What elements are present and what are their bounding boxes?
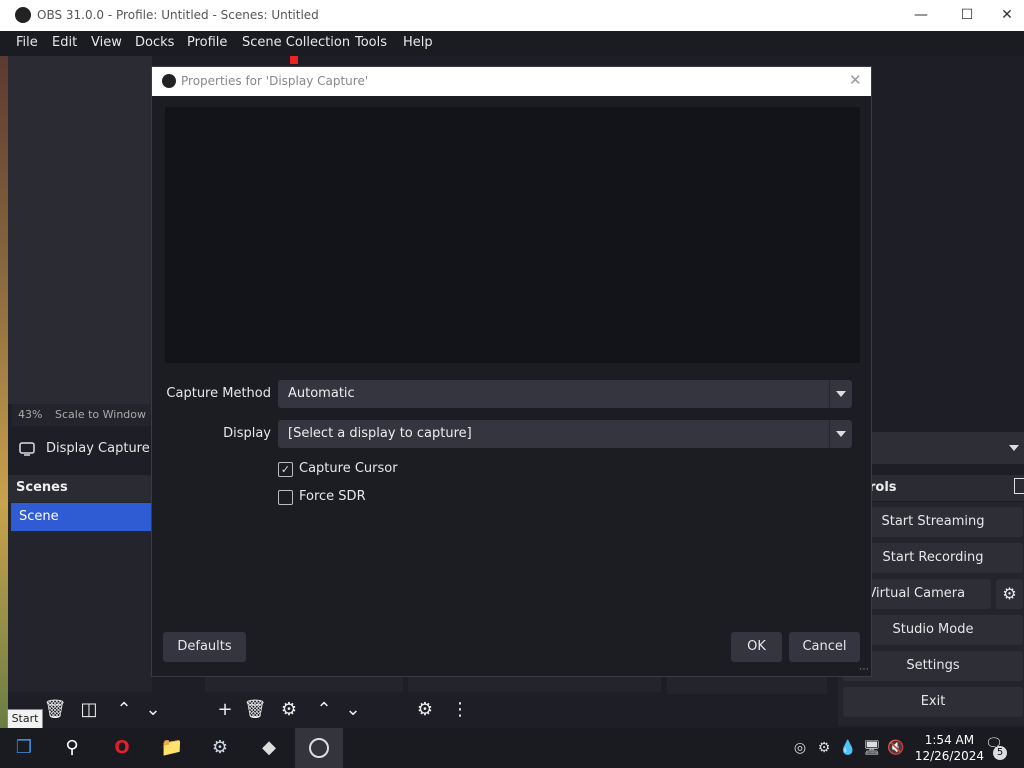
volume-muted-icon[interactable]: 🔇	[882, 734, 910, 762]
display-select[interactable]: [Select a display to capture]	[278, 420, 852, 448]
zoom-level: 43%	[18, 408, 43, 421]
menu-profile[interactable]: Profile	[187, 35, 227, 50]
advanced-audio-gear-icon[interactable]: ⚙	[412, 697, 438, 723]
defaults-button[interactable]: Defaults	[163, 632, 246, 662]
mixer-menu-icon[interactable]: ⋮	[447, 697, 473, 723]
virtual-camera-gear-icon[interactable]: ⚙	[996, 579, 1023, 609]
menu-file[interactable]: File	[16, 35, 38, 50]
window-title-bar: OBS 31.0.0 - Profile: Untitled - Scenes:…	[0, 0, 1024, 31]
undock-icon[interactable]	[1014, 478, 1024, 494]
display-label: Display	[223, 426, 271, 441]
chevron-down-icon	[829, 420, 852, 448]
steam-icon[interactable]: ⚙	[206, 734, 234, 762]
force-sdr-checkbox[interactable]	[278, 490, 293, 505]
window-title: OBS 31.0.0 - Profile: Untitled - Scenes:…	[37, 8, 319, 22]
roblox-icon[interactable]: ◆	[255, 734, 283, 762]
capture-method-value: Automatic	[288, 386, 355, 401]
source-properties-button[interactable]: ⚙	[276, 697, 302, 723]
scene-name: Scene	[19, 509, 59, 524]
sources-panel	[205, 677, 403, 692]
capture-cursor-checkbox[interactable]: ✓	[278, 462, 293, 477]
monitor-icon	[19, 442, 35, 456]
ok-button[interactable]: OK	[731, 632, 782, 662]
scenes-title: Scenes	[16, 480, 68, 495]
scale-mode[interactable]: Scale to Window	[55, 408, 146, 421]
menu-help[interactable]: Help	[403, 35, 433, 50]
chevron-down-icon	[829, 380, 852, 408]
close-window-button[interactable]: ✕	[990, 0, 1024, 31]
move-source-down-button[interactable]: ⌄	[340, 697, 366, 723]
capture-cursor-label[interactable]: Capture Cursor	[299, 461, 398, 476]
move-scene-down-button[interactable]: ⌄	[140, 697, 166, 723]
obs-taskbar-button[interactable]	[295, 728, 343, 768]
notification-count: 5	[993, 746, 1007, 760]
scenes-panel-header: Scenes	[8, 475, 152, 502]
scene-filters-button[interactable]: ◫	[76, 697, 102, 723]
clock-time: 1:54 AM	[924, 733, 975, 747]
preview-status-bar: 43% Scale to Window	[12, 404, 152, 426]
search-icon[interactable]: ⚲	[58, 734, 86, 762]
menu-view[interactable]: View	[91, 35, 122, 50]
windows-start-icon[interactable]: ❒	[10, 734, 38, 762]
audio-mixer-panel	[408, 677, 661, 692]
obs-logo-icon	[162, 74, 176, 88]
remove-source-button[interactable]: 🗑	[242, 697, 268, 723]
system-clock[interactable]: 1:54 AM 12/26/2024	[915, 732, 984, 764]
resize-grip-icon[interactable]: ⋯	[859, 664, 869, 675]
menu-bar: File Edit View Docks Profile Scene Colle…	[0, 31, 1024, 56]
tooltip: Start	[7, 709, 43, 729]
background-window-edge	[0, 56, 8, 728]
dialog-title-bar: Properties for 'Display Capture' ✕	[152, 67, 871, 96]
minimize-button[interactable]: —	[898, 0, 944, 31]
menu-tools[interactable]: Tools	[355, 35, 387, 50]
obs-icon	[309, 738, 329, 758]
opera-browser-icon[interactable]: O	[108, 734, 136, 762]
cancel-button[interactable]: Cancel	[789, 632, 860, 662]
move-source-up-button[interactable]: ⌃	[311, 697, 337, 723]
clock-date: 12/26/2024	[914, 749, 984, 763]
force-sdr-label[interactable]: Force SDR	[299, 489, 366, 504]
source-toolbar: Display Capture	[8, 431, 152, 469]
add-source-button[interactable]: +	[212, 697, 238, 723]
controls-title: rols	[869, 480, 897, 495]
drag-indicator	[290, 56, 298, 64]
transition-select[interactable]	[872, 432, 1024, 464]
chevron-down-icon	[1009, 445, 1019, 451]
menu-docks[interactable]: Docks	[135, 35, 174, 50]
capture-preview	[165, 107, 860, 363]
exit-button[interactable]: Exit	[843, 687, 1023, 717]
menu-scene-collection[interactable]: Scene Collection	[242, 35, 350, 50]
obs-logo-icon	[15, 7, 31, 23]
dialog-title: Properties for 'Display Capture'	[181, 74, 369, 88]
taskbar: ❒ ⚲ O 📁 ⚙ ◆ ◎ ⚙ 💧 🖥 🔇 1:54 AM 12/26/2024…	[0, 728, 1024, 768]
maximize-button[interactable]: ☐	[944, 0, 990, 31]
properties-dialog: Properties for 'Display Capture' ✕ Captu…	[151, 66, 872, 677]
capture-method-select[interactable]: Automatic	[278, 380, 852, 408]
scene-list-item[interactable]: Scene	[11, 503, 152, 531]
capture-method-label: Capture Method	[166, 386, 271, 401]
source-name: Display Capture	[46, 441, 150, 456]
preview-canvas[interactable]	[8, 56, 152, 404]
file-explorer-icon[interactable]: 📁	[158, 734, 186, 762]
display-value: [Select a display to capture]	[288, 426, 472, 441]
move-scene-up-button[interactable]: ⌃	[111, 697, 137, 723]
dialog-close-icon[interactable]: ✕	[849, 71, 862, 89]
remove-scene-button[interactable]: 🗑	[42, 697, 68, 723]
menu-edit[interactable]: Edit	[52, 35, 77, 50]
